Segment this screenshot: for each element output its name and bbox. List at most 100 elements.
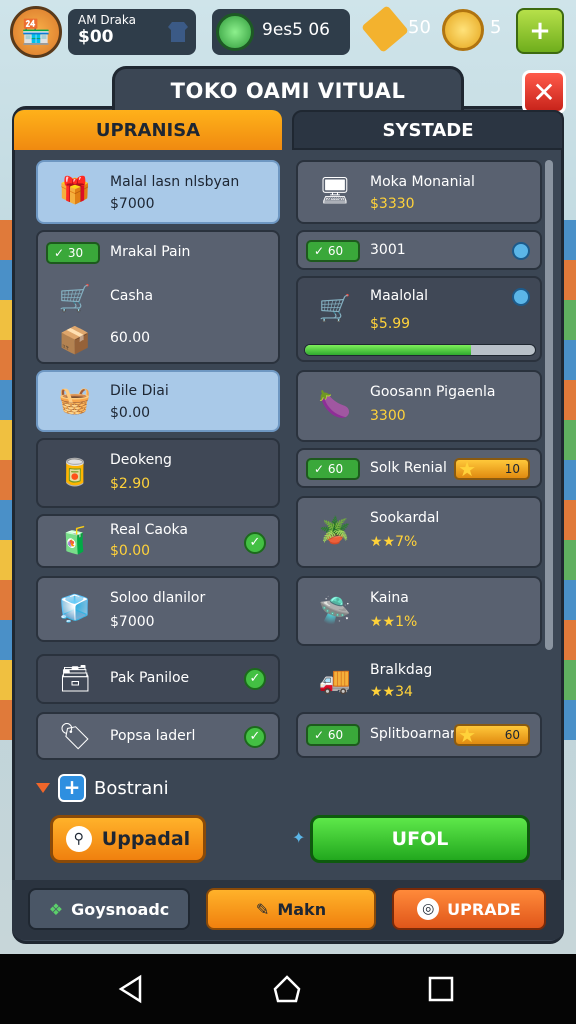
- item-price: ★★34: [370, 684, 413, 700]
- footer-button-1-label: Goysnoadc: [71, 899, 170, 919]
- crate-icon: 🥫: [58, 458, 92, 488]
- item-price: $0.00: [110, 543, 151, 559]
- arrow-icon: ✦: [292, 828, 306, 847]
- progress-fill: [305, 345, 471, 355]
- shirt-icon[interactable]: [168, 22, 188, 42]
- list-item[interactable]: 🎁 Malal lasn nlsbyan $7000: [36, 160, 280, 224]
- upgrade-button-label: Uppadal: [101, 828, 191, 850]
- produce-icon: 🍆: [318, 390, 352, 420]
- footer-button-1[interactable]: ❖ Goysnoadc: [28, 888, 190, 930]
- footer-button-3[interactable]: ◎ UPRADE: [392, 888, 546, 930]
- player-money: $00: [78, 27, 114, 47]
- item-price: $0.00: [110, 405, 151, 421]
- item-name: Maalolal: [370, 288, 429, 304]
- item-price: 3300: [370, 408, 406, 424]
- coin-count: 5: [490, 17, 502, 38]
- info-pin-icon[interactable]: [512, 288, 530, 306]
- upgrade-button[interactable]: ⚲ Uppadal: [50, 815, 206, 863]
- player-info: AM Draka $00: [68, 9, 196, 55]
- list-item[interactable]: ✓ 60 Solk Renial 10 ★: [296, 448, 542, 488]
- confirm-button[interactable]: UFOL: [310, 815, 530, 863]
- list-item[interactable]: 🖥 Moka Monanial $3330: [296, 160, 542, 224]
- recent-apps-icon[interactable]: [426, 974, 456, 1004]
- list-item[interactable]: 🧊 Soloo dlanilor $7000: [36, 576, 280, 642]
- item-name: Popsa laderl: [110, 728, 196, 744]
- list-item[interactable]: ✓ 30 Mrakal Pain 🛒 Casha 📦 60.00: [36, 230, 280, 364]
- check-icon: ✓: [244, 726, 266, 748]
- list-item[interactable]: 🍆 Goosann Pigaenla 3300: [296, 370, 542, 442]
- item-name: Kaina: [370, 590, 409, 606]
- gem-count: 9es5 06: [262, 20, 330, 40]
- item-name: Bralkdag: [370, 662, 433, 678]
- truck-icon: 🚚: [318, 666, 352, 696]
- home-icon[interactable]: [272, 974, 302, 1004]
- item-name: Casha: [110, 288, 154, 304]
- item-name: Dile Diai: [110, 383, 169, 399]
- section-header[interactable]: + Bostrani: [36, 772, 169, 804]
- plus-icon: +: [529, 16, 551, 46]
- collapse-triangle-icon[interactable]: [36, 783, 50, 793]
- star-icon: ★: [458, 457, 476, 481]
- item-price: ★★7%: [370, 534, 418, 550]
- list-item[interactable]: 🏷 Popsa laderl ✓: [36, 712, 280, 760]
- item-price: ★★1%: [370, 614, 418, 630]
- gem-counter: 9es5 06: [212, 9, 350, 55]
- list-item[interactable]: 🪴 Sookardal ★★7%: [296, 496, 542, 568]
- close-button[interactable]: ✕: [522, 70, 566, 114]
- back-icon[interactable]: [116, 974, 146, 1004]
- ball-icon: ◎: [417, 898, 440, 920]
- item-name: 3001: [370, 242, 406, 258]
- shelf-icon: 🗃: [58, 664, 92, 694]
- list-item[interactable]: 🛸 Kaina ★★1%: [296, 576, 542, 646]
- basket-icon: 🧺: [58, 386, 92, 416]
- add-currency-button[interactable]: +: [516, 8, 564, 54]
- gem-icon: [216, 13, 254, 51]
- list-item[interactable]: ✓ 60 Splitboarnarl 60 ★: [296, 712, 542, 758]
- item-name: Malal lasn nlsbyan: [110, 174, 240, 190]
- plant-pot-icon: 🪴: [318, 516, 352, 546]
- footer-button-3-label: UPRADE: [447, 899, 521, 919]
- footer-button-2[interactable]: ✎ Makn: [206, 888, 376, 930]
- section-label: Bostrani: [94, 777, 169, 799]
- list-item[interactable]: ✓ 60 3001: [296, 230, 542, 270]
- footer-button-2-label: Makn: [277, 899, 327, 919]
- ticket-count: 50: [408, 17, 431, 38]
- tab-upgrades[interactable]: UPRANISA: [14, 110, 282, 150]
- item-price: $2.90: [110, 476, 151, 492]
- list-item[interactable]: 🛒 Maalolal $5.99: [296, 276, 542, 362]
- list-item[interactable]: 🗃 Pak Paniloe ✓: [36, 654, 280, 704]
- window-title: TOKO OAMI VITUAL: [112, 66, 464, 112]
- tab-systems[interactable]: SYSTADE: [292, 110, 564, 150]
- item-price: $3330: [370, 196, 415, 212]
- item-price: $5.99: [370, 316, 411, 332]
- scrollbar[interactable]: [545, 160, 553, 650]
- item-name: Splitboarnarl: [370, 726, 460, 742]
- list-item[interactable]: 🧃 Real Caoka $0.00 ✓: [36, 514, 280, 568]
- level-pill: ✓ 60: [306, 724, 360, 746]
- item-name: Mrakal Pain: [110, 244, 191, 260]
- dome-icon: 🛸: [318, 596, 352, 626]
- check-icon: ✓: [244, 532, 266, 554]
- system-nav-bar: [0, 954, 576, 1024]
- level-pill: ✓ 30: [46, 242, 100, 264]
- cash-register-icon: 🏪: [21, 18, 51, 46]
- tray-icon: 🧃: [58, 526, 92, 556]
- level-pill: ✓ 60: [306, 240, 360, 262]
- list-item[interactable]: 🚚 Bralkdag ★★34: [296, 652, 542, 704]
- freezer-icon: 🧊: [58, 594, 92, 624]
- magnifier-icon: ⚲: [65, 826, 92, 852]
- info-pin-icon[interactable]: [512, 242, 530, 260]
- check-icon: ✓: [244, 668, 266, 690]
- box-icon: 📦: [58, 326, 92, 356]
- item-name: Deokeng: [110, 452, 172, 468]
- sign-icon: 🏷: [58, 722, 92, 752]
- player-avatar[interactable]: 🏪: [10, 6, 62, 58]
- item-price: $7000: [110, 614, 155, 630]
- add-icon[interactable]: +: [58, 774, 86, 802]
- gift-box-icon: 🎁: [58, 176, 92, 206]
- item-name: Solk Renial: [370, 460, 447, 476]
- list-item[interactable]: 🥫 Deokeng $2.90: [36, 438, 280, 508]
- list-item[interactable]: 🧺 Dile Diai $0.00: [36, 370, 280, 432]
- item-name: Real Caoka: [110, 522, 188, 538]
- item-name: Moka Monanial: [370, 174, 475, 190]
